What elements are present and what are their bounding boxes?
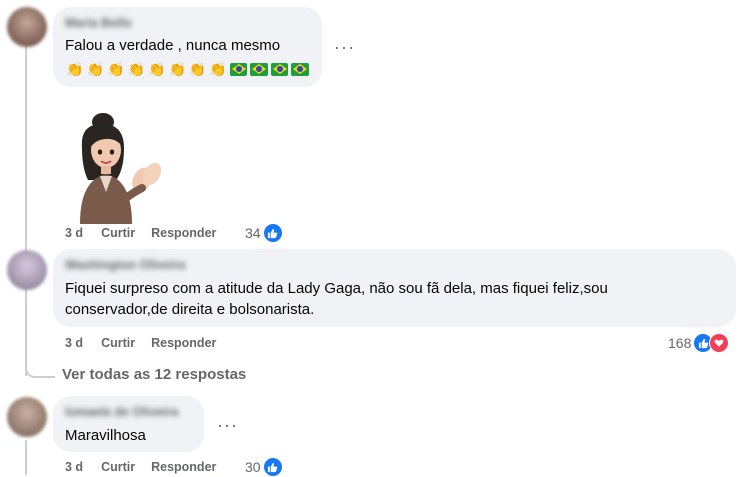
- view-replies-link[interactable]: Ver todas as 12 respostas: [62, 366, 246, 383]
- clapping-hands-icon: 👏: [127, 60, 145, 77]
- like-icon: [262, 223, 283, 243]
- emoji-row: 👏 👏 👏 👏 👏 👏 👏 👏: [65, 59, 310, 79]
- clapping-hands-icon: 👏: [188, 60, 207, 77]
- comment-actions: 3 d Curtir Responder: [65, 460, 232, 474]
- brazil-flag-icon: [291, 62, 309, 76]
- reaction-summary[interactable]: 34: [245, 223, 283, 243]
- comment-text-line: conservador,de direita e bolsonarista.: [65, 301, 315, 318]
- brazil-flag-icon: [250, 62, 268, 76]
- reaction-summary[interactable]: 168: [668, 333, 730, 353]
- like-icon: [262, 457, 283, 477]
- clapping-hands-icon: 👏: [168, 60, 186, 77]
- comment-author[interactable]: Ismaela de Oliveira: [65, 404, 192, 420]
- sticker-avatar-clapping: [70, 108, 170, 224]
- brazil-flag-icon: [229, 62, 248, 76]
- comment-timestamp[interactable]: 3 d: [65, 336, 83, 350]
- comment-author[interactable]: Maria Bello: [65, 15, 310, 31]
- comment-bubble: Maria Bello Falou a verdade , nunca mesm…: [53, 7, 322, 87]
- love-icon: [709, 333, 730, 353]
- comment-actions: 3 d Curtir Responder: [65, 226, 232, 240]
- reaction-count: 34: [245, 225, 261, 241]
- comment-author[interactable]: Washington Oliveira: [65, 257, 724, 273]
- clapping-hands-icon: 👏: [147, 60, 166, 77]
- reaction-summary[interactable]: 30: [245, 457, 283, 477]
- reaction-count: 30: [245, 459, 261, 475]
- comment-text-line: Fiquei surpreso com a atitude da Lady Ga…: [65, 280, 608, 297]
- clapping-hands-icon: 👏: [66, 60, 84, 77]
- brazil-flag-icon: [270, 62, 289, 76]
- like-button[interactable]: Curtir: [101, 336, 135, 350]
- ellipsis-icon[interactable]: ···: [217, 416, 238, 434]
- thread-line: [25, 440, 27, 475]
- thread-line: [25, 46, 27, 376]
- clapping-hands-icon: 👏: [86, 60, 104, 77]
- like-button[interactable]: Curtir: [101, 226, 135, 240]
- clapping-hands-icon: 👏: [209, 60, 227, 77]
- comment-timestamp[interactable]: 3 d: [65, 226, 83, 240]
- comment-bubble: Washington Oliveira Fiquei surpreso com …: [53, 249, 736, 327]
- thread-branch: [25, 356, 55, 378]
- reaction-count: 168: [668, 335, 692, 351]
- like-button[interactable]: Curtir: [101, 460, 135, 474]
- ellipsis-icon[interactable]: ···: [334, 38, 355, 56]
- avatar[interactable]: [7, 397, 47, 437]
- comment-actions: 3 d Curtir Responder: [65, 336, 232, 350]
- comment-text: Maravilhosa: [65, 427, 146, 444]
- reply-button[interactable]: Responder: [151, 336, 216, 350]
- comment-bubble: Ismaela de Oliveira Maravilhosa: [53, 396, 204, 452]
- comment-text: Falou a verdade , nunca mesmo: [65, 37, 281, 54]
- comment-timestamp[interactable]: 3 d: [65, 460, 83, 474]
- avatar[interactable]: [7, 250, 47, 290]
- avatar[interactable]: [7, 7, 47, 47]
- reply-button[interactable]: Responder: [151, 460, 216, 474]
- reply-button[interactable]: Responder: [151, 226, 216, 240]
- clapping-hands-icon: 👏: [106, 60, 125, 77]
